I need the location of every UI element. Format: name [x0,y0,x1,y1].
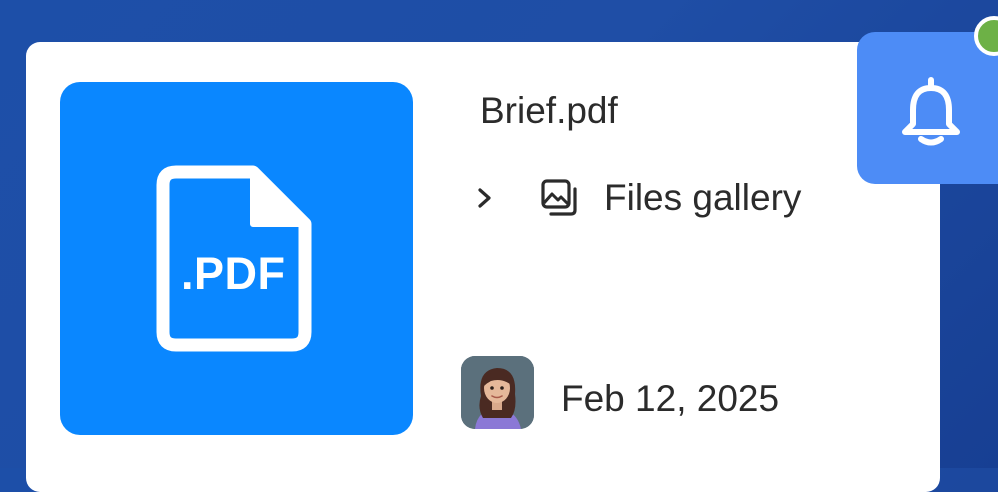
file-name[interactable]: Brief.pdf [480,90,618,132]
file-type-label: .PDF [181,248,286,299]
bell-icon [902,77,960,146]
notifications-button[interactable] [857,32,998,184]
breadcrumb[interactable]: Files gallery [475,170,801,226]
chevron-right-icon [478,188,491,208]
user-avatar-image [461,356,534,429]
image-gallery-icon [541,179,577,216]
breadcrumb-label: Files gallery [604,177,802,218]
file-date: Feb 12, 2025 [561,378,780,419]
avatar[interactable] [461,356,534,429]
